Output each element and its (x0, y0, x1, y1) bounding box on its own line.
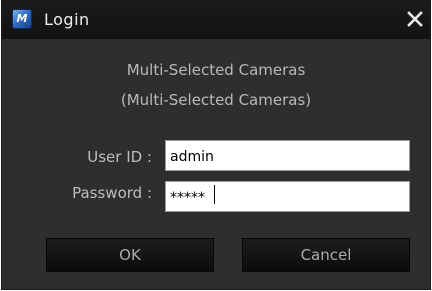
app-logo-icon: M (12, 9, 32, 29)
title-bar[interactable]: M Login (2, 1, 430, 39)
close-button[interactable] (404, 7, 426, 31)
close-icon (407, 11, 423, 27)
text-caret (214, 185, 215, 204)
cancel-button[interactable]: Cancel (242, 238, 410, 272)
camera-selection-label: Multi-Selected Cameras (126, 61, 306, 79)
camera-selection-sublabel: (Multi-Selected Cameras) (120, 91, 312, 109)
user-id-label: User ID : (87, 148, 152, 166)
window-title: Login (44, 10, 90, 29)
password-label: Password : (72, 184, 152, 202)
login-dialog: M Login Multi-Selected Cameras (Multi-Se… (1, 0, 431, 290)
user-id-input[interactable] (165, 140, 410, 171)
password-input[interactable] (165, 181, 410, 212)
ok-button[interactable]: OK (46, 238, 214, 272)
